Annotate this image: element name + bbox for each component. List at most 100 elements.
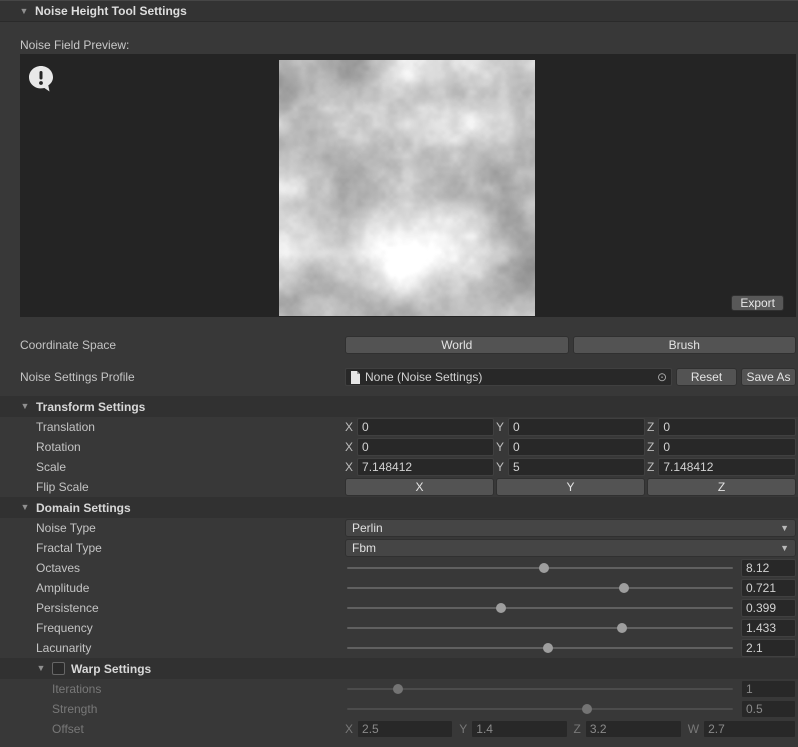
slider-handle[interactable] [543,643,553,653]
slider-track[interactable] [347,607,733,609]
offset-row: Offset X Y Z W [0,719,798,739]
translation-z-field[interactable] [658,418,796,436]
warp-settings-title: Warp Settings [71,662,151,676]
slider-handle[interactable] [496,603,506,613]
iterations-slider[interactable] [345,679,735,699]
scale-label: Scale [0,460,345,474]
lacunarity-value-field[interactable] [741,639,796,657]
persistence-label: Persistence [0,601,345,615]
frequency-value-field[interactable] [741,619,796,637]
fractal-type-row: Fractal Type Fbm ▼ [0,538,798,558]
octaves-slider[interactable] [345,558,735,578]
iterations-value-field[interactable] [741,680,796,698]
offset-x-field[interactable] [357,720,453,738]
frequency-row: Frequency [0,618,798,638]
panel-header[interactable]: ▼ Noise Height Tool Settings [0,0,798,22]
flip-scale-z-button[interactable]: Z [647,478,796,496]
warp-settings-checkbox[interactable] [52,662,65,675]
frequency-slider[interactable] [345,618,735,638]
noise-type-label: Noise Type [0,521,345,535]
y-axis-label: Y [496,460,508,474]
amplitude-value-field[interactable] [741,579,796,597]
strength-row: Strength [0,699,798,719]
coordinate-space-label: Coordinate Space [0,338,345,352]
offset-label: Offset [0,722,345,736]
chevron-down-icon: ▼ [780,523,789,533]
lacunarity-slider[interactable] [345,638,735,658]
octaves-row: Octaves [0,558,798,578]
offset-z-field[interactable] [585,720,682,738]
flip-scale-x-button[interactable]: X [345,478,494,496]
w-axis-label: W [688,722,703,736]
slider-handle[interactable] [617,623,627,633]
slider-track[interactable] [347,627,733,629]
export-button[interactable]: Export [731,295,784,311]
noise-type-dropdown[interactable]: Perlin ▼ [345,519,796,537]
save-as-button[interactable]: Save As [741,368,796,386]
warp-settings-header[interactable]: ▼ Warp Settings [0,658,798,679]
persistence-slider[interactable] [345,598,735,618]
z-axis-label: Z [574,722,585,736]
flip-scale-label: Flip Scale [0,480,345,494]
fractal-type-dropdown[interactable]: Fbm ▼ [345,539,796,557]
slider-track[interactable] [347,647,733,649]
z-axis-label: Z [647,420,658,434]
slider-handle[interactable] [619,583,629,593]
octaves-value-field[interactable] [741,559,796,577]
flip-scale-row: Flip Scale X Y Z [0,477,798,497]
scale-row: Scale X Y Z [0,457,798,477]
frequency-label: Frequency [0,621,345,635]
z-axis-label: Z [647,460,658,474]
coordinate-space-brush-button[interactable]: Brush [573,336,797,354]
octaves-label: Octaves [0,561,345,575]
persistence-row: Persistence [0,598,798,618]
strength-label: Strength [0,702,345,716]
foldout-expanded-icon[interactable]: ▼ [20,402,30,411]
slider-handle[interactable] [393,684,403,694]
transform-settings-title: Transform Settings [36,400,145,414]
flip-scale-y-button[interactable]: Y [496,478,645,496]
foldout-expanded-icon[interactable]: ▼ [20,503,30,512]
offset-y-field[interactable] [471,720,567,738]
coordinate-space-world-button[interactable]: World [345,336,569,354]
translation-y-field[interactable] [508,418,645,436]
slider-handle[interactable] [539,563,549,573]
noise-field-preview-label: Noise Field Preview: [0,36,798,54]
scale-y-field[interactable] [508,458,645,476]
translation-x-field[interactable] [357,418,494,436]
object-picker-icon[interactable]: ⊙ [653,370,667,384]
iterations-row: Iterations [0,679,798,699]
panel-title: Noise Height Tool Settings [35,4,187,18]
noise-height-tool-settings-panel: ▼ Noise Height Tool Settings Noise Field… [0,0,798,747]
lacunarity-label: Lacunarity [0,641,345,655]
foldout-expanded-icon[interactable]: ▼ [36,664,46,673]
scale-z-field[interactable] [658,458,796,476]
scale-x-field[interactable] [357,458,494,476]
coordinate-space-row: Coordinate Space World Brush [0,334,798,356]
y-axis-label: Y [496,440,508,454]
foldout-expanded-icon[interactable]: ▼ [19,7,29,16]
z-axis-label: Z [647,440,658,454]
asset-file-icon [350,371,361,384]
strength-slider[interactable] [345,699,735,719]
persistence-value-field[interactable] [741,599,796,617]
x-axis-label: X [345,420,357,434]
rotation-y-field[interactable] [508,438,645,456]
reset-button[interactable]: Reset [676,368,737,386]
speech-bubble-exclamation-icon [26,64,56,97]
object-field-value: None (Noise Settings) [365,370,653,384]
rotation-z-field[interactable] [658,438,796,456]
slider-handle[interactable] [582,704,592,714]
slider-track[interactable] [347,688,733,690]
chevron-down-icon: ▼ [780,543,789,553]
slider-track[interactable] [347,587,733,589]
slider-track[interactable] [347,708,733,710]
strength-value-field[interactable] [741,700,796,718]
domain-settings-header[interactable]: ▼ Domain Settings [0,497,798,518]
noise-settings-profile-object-field[interactable]: None (Noise Settings) ⊙ [345,368,672,386]
amplitude-slider[interactable] [345,578,735,598]
transform-settings-header[interactable]: ▼ Transform Settings [0,396,798,417]
rotation-x-field[interactable] [357,438,494,456]
amplitude-label: Amplitude [0,581,345,595]
offset-w-field[interactable] [703,720,796,738]
